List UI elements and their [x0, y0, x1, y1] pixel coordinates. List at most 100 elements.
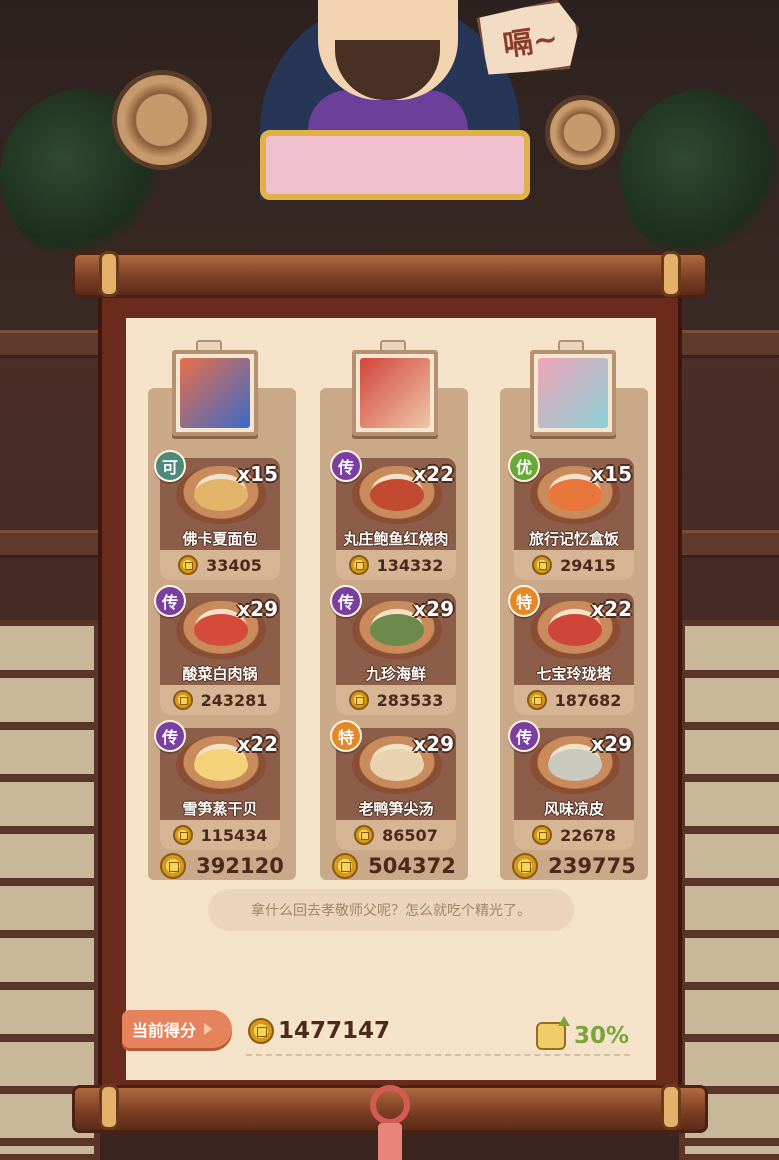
coin-icon [172, 690, 193, 710]
sliding-door-left [0, 620, 100, 1160]
bonus-up-icon [536, 1016, 570, 1050]
dish-score-value: 115434 [200, 825, 268, 845]
fan-right-icon [545, 95, 620, 170]
dish-card[interactable]: 传 x22 丸庄鲍鱼红烧肉 134332 [330, 450, 456, 580]
avatar-image [360, 358, 430, 428]
avatar-image [538, 358, 608, 428]
bonus-rate: 30% [536, 1016, 630, 1052]
column-total: 392120 [148, 850, 296, 882]
dish-score: 243281 [160, 685, 280, 715]
current-score-label: 当前得分 [122, 1010, 232, 1048]
dish-quantity: x29 [413, 732, 454, 756]
coin-icon [532, 825, 553, 845]
dish-score: 29415 [514, 550, 634, 580]
dish-score: 86507 [336, 820, 456, 850]
rarity-badge: 优 [508, 450, 540, 482]
dish-score-value: 187682 [554, 690, 622, 710]
plant-right [620, 90, 779, 260]
scroll-top-rod [72, 251, 708, 298]
npc-table [260, 130, 530, 200]
dish-card[interactable]: 传 x29 九珍海鲜 283533 [330, 585, 456, 715]
coin-icon [332, 853, 359, 879]
divider [246, 1054, 630, 1056]
coin-icon [348, 690, 369, 710]
coin-icon [512, 853, 539, 879]
avatar-image [180, 358, 250, 428]
dish-name: 酸菜白肉锅 [182, 665, 258, 683]
guest-avatar-2[interactable] [352, 350, 438, 436]
dish-quantity: x15 [591, 462, 632, 486]
sliding-door-right [679, 620, 779, 1160]
tassel-fringe [378, 1123, 402, 1160]
dish-score: 115434 [160, 820, 280, 850]
dish-score-value: 134332 [376, 555, 444, 575]
rod-knob-right [661, 251, 681, 297]
dish-score: 283533 [336, 685, 456, 715]
rarity-badge: 传 [330, 585, 362, 617]
coin-icon [354, 825, 375, 845]
dish-score-value: 283533 [376, 690, 444, 710]
coin-icon [172, 825, 193, 845]
dish-name: 风味凉皮 [543, 800, 604, 818]
column-total-value: 504372 [368, 854, 456, 878]
coin-icon [178, 555, 199, 575]
dish-name: 旅行记忆盒饭 [528, 530, 619, 548]
rarity-badge: 传 [330, 450, 362, 482]
guest-avatar-1[interactable] [172, 350, 258, 436]
current-score-label-text: 当前得分 [132, 1021, 197, 1040]
dish-score-value: 22678 [560, 825, 616, 845]
dish-score: 22678 [514, 820, 634, 850]
column-total: 504372 [320, 850, 468, 882]
coin-icon [348, 555, 369, 575]
rod-knob-left [99, 251, 119, 297]
dish-card[interactable]: 传 x29 风味凉皮 22678 [508, 720, 634, 850]
rarity-badge: 传 [154, 585, 186, 617]
dish-name: 老鸭笋尖汤 [358, 800, 434, 818]
rarity-badge: 可 [154, 450, 186, 482]
rarity-badge: 特 [330, 720, 362, 752]
column-total-value: 239775 [548, 854, 636, 878]
rod-knob-right [661, 1084, 681, 1130]
dish-score-value: 33405 [206, 555, 262, 575]
column-total: 239775 [500, 850, 648, 882]
dish-card[interactable]: 可 x15 佛卡夏面包 33405 [154, 450, 280, 580]
column-total-value: 392120 [196, 854, 284, 878]
tassel-icon [360, 1076, 420, 1160]
dish-quantity: x22 [591, 597, 632, 621]
guest-column-1: 可 x15 佛卡夏面包 33405 传 x29 酸菜白肉锅 243281 传 x… [148, 340, 296, 882]
coin-icon [532, 555, 553, 575]
dish-name: 丸庄鲍鱼红烧肉 [343, 530, 449, 548]
dish-score-value: 243281 [200, 690, 268, 710]
bonus-percent: 30% [574, 1023, 630, 1049]
fan-left-icon [112, 70, 212, 170]
dish-name: 佛卡夏面包 [182, 530, 258, 548]
rarity-badge: 传 [508, 720, 540, 752]
dish-score: 187682 [514, 685, 634, 715]
dish-quantity: x29 [591, 732, 632, 756]
current-score: 1477147 [248, 1016, 390, 1046]
dish-card[interactable]: 传 x22 雪笋蒸干贝 115434 [154, 720, 280, 850]
dish-card[interactable]: 优 x15 旅行记忆盒饭 29415 [508, 450, 634, 580]
dish-score-value: 86507 [382, 825, 438, 845]
dish-name: 九珍海鲜 [365, 665, 426, 683]
current-score-value: 1477147 [278, 1018, 391, 1044]
guest-avatar-3[interactable] [530, 350, 616, 436]
dish-score-value: 29415 [560, 555, 616, 575]
dish-quantity: x29 [237, 597, 278, 621]
npc-comment: 拿什么回去孝敬师父呢？怎么就吃个精光了。 [208, 889, 574, 931]
rod-knob-left [99, 1084, 119, 1130]
play-arrow-icon [204, 1023, 213, 1035]
dish-card[interactable]: 特 x29 老鸭笋尖汤 86507 [330, 720, 456, 850]
dish-quantity: x22 [237, 732, 278, 756]
guest-column-3: 优 x15 旅行记忆盒饭 29415 特 x22 七宝玲珑塔 187682 传 … [500, 340, 648, 882]
dish-quantity: x29 [413, 597, 454, 621]
dish-name: 雪笋蒸干贝 [182, 800, 258, 818]
dish-name: 七宝玲珑塔 [536, 665, 612, 683]
dish-card[interactable]: 特 x22 七宝玲珑塔 187682 [508, 585, 634, 715]
dish-card[interactable]: 传 x29 酸菜白肉锅 243281 [154, 585, 280, 715]
rarity-badge: 特 [508, 585, 540, 617]
coin-icon [526, 690, 547, 710]
dish-score: 134332 [336, 550, 456, 580]
dish-score: 33405 [160, 550, 280, 580]
rarity-badge: 传 [154, 720, 186, 752]
